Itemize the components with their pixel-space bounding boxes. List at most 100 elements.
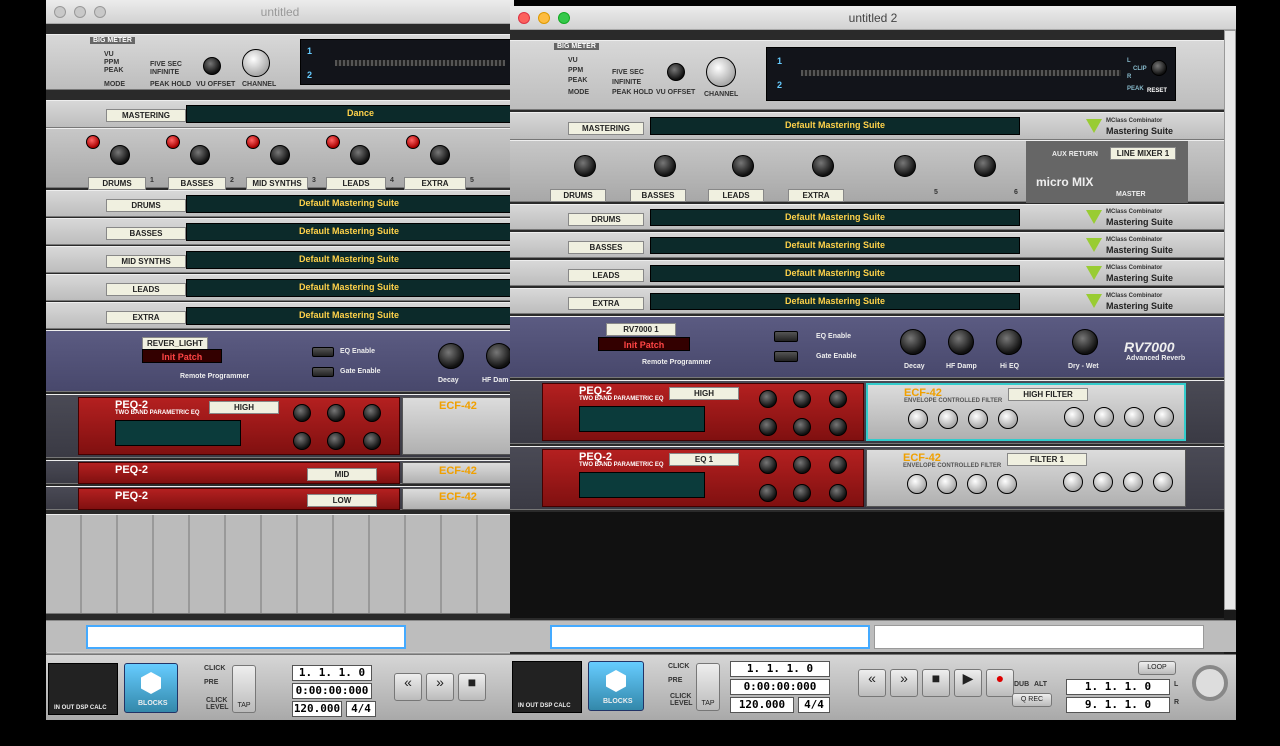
tempo-display[interactable]: 120.000 [730, 697, 794, 713]
alt-button[interactable]: ALT [1034, 681, 1047, 688]
attack-knob[interactable] [1064, 407, 1084, 427]
gain-b-knob[interactable] [829, 418, 847, 436]
right-locator[interactable]: 9. 1. 1. 0 [1066, 697, 1170, 713]
q-knob[interactable] [793, 456, 811, 474]
position-display[interactable]: 1. 1. 1. 0 [730, 661, 830, 677]
level-knob[interactable] [732, 155, 754, 177]
q-b-knob[interactable] [793, 484, 811, 502]
mode-peak[interactable]: PEAK [568, 77, 587, 84]
hieq-knob[interactable] [996, 329, 1022, 355]
aux-knob[interactable] [86, 135, 100, 149]
combi-patch[interactable]: Default Mastering Suite [650, 265, 1020, 282]
level-knob[interactable] [974, 155, 996, 177]
mode-ppm[interactable]: PPM [568, 67, 583, 74]
hfdamp-knob[interactable] [948, 329, 974, 355]
reverb-patch[interactable]: Init Patch [598, 337, 690, 351]
right-vertical-scrollbar[interactable] [1224, 30, 1236, 610]
mastering-patch[interactable]: Default Mastering Suite [650, 117, 1020, 135]
env-amt-knob[interactable] [967, 474, 987, 494]
freq-knob[interactable] [293, 404, 311, 422]
freq-knob[interactable] [759, 456, 777, 474]
vel-knob[interactable] [997, 474, 1017, 494]
level-knob[interactable] [654, 155, 676, 177]
decay-knob[interactable] [1093, 472, 1113, 492]
q-b-knob[interactable] [327, 432, 345, 450]
remote-programmer[interactable]: Remote Programmer [180, 373, 249, 380]
level-knob[interactable] [430, 145, 450, 165]
signature-display[interactable]: 4/4 [346, 701, 376, 717]
hfdamp-knob[interactable] [486, 343, 512, 369]
gain-knob[interactable] [829, 390, 847, 408]
stop-button[interactable]: ■ [922, 669, 950, 697]
remote-programmer[interactable]: Remote Programmer [642, 359, 711, 366]
infinite[interactable]: INFINITE [612, 79, 641, 86]
peak-hold[interactable]: PEAK HOLD [612, 89, 653, 96]
right-song-area[interactable] [874, 625, 1204, 649]
mode-peak[interactable]: PEAK [104, 67, 123, 74]
sustain-knob[interactable] [1124, 407, 1144, 427]
mode-vu[interactable]: VU [104, 51, 114, 58]
tap-button[interactable]: TAP [232, 665, 256, 713]
attack-knob[interactable] [1063, 472, 1083, 492]
level-knob[interactable] [190, 145, 210, 165]
gain-b-knob[interactable] [363, 432, 381, 450]
eq-enable-button[interactable] [774, 331, 798, 342]
q-b-knob[interactable] [793, 418, 811, 436]
release-knob[interactable] [1153, 472, 1173, 492]
gain-b-knob[interactable] [829, 484, 847, 502]
click-label[interactable]: CLICK [204, 665, 225, 672]
decay-knob[interactable] [900, 329, 926, 355]
combi-patch[interactable]: Default Mastering Suite [186, 279, 512, 297]
sustain-knob[interactable] [1123, 472, 1143, 492]
pre-label[interactable]: PRE [668, 677, 682, 684]
left-locator[interactable]: 1. 1. 1. 0 [1066, 679, 1170, 695]
release-knob[interactable] [1154, 407, 1174, 427]
tap-button[interactable]: TAP [696, 663, 720, 711]
level-knob[interactable] [574, 155, 596, 177]
click-label[interactable]: CLICK [668, 663, 689, 670]
level-knob[interactable] [894, 155, 916, 177]
time-display[interactable]: 0:00:00:000 [730, 679, 830, 695]
right-song-scroll[interactable] [550, 625, 870, 649]
res-knob[interactable] [938, 409, 958, 429]
vu-offset-knob[interactable] [667, 63, 685, 81]
tempo-display[interactable]: 120.000 [292, 701, 342, 717]
infinite[interactable]: INFINITE [150, 69, 179, 76]
vu-offset-knob[interactable] [203, 57, 221, 75]
reset-button[interactable] [1151, 60, 1167, 76]
gate-enable-button[interactable] [312, 367, 334, 377]
gain-knob[interactable] [363, 404, 381, 422]
level-knob[interactable] [270, 145, 290, 165]
qrec-button[interactable]: Q REC [1012, 693, 1052, 707]
level-knob[interactable] [350, 145, 370, 165]
aux-knob[interactable] [406, 135, 420, 149]
aux-knob[interactable] [246, 135, 260, 149]
decay-knob[interactable] [438, 343, 464, 369]
blocks-button[interactable]: BLOCKS [124, 663, 178, 713]
channel-knob[interactable] [706, 57, 736, 87]
pre-label[interactable]: PRE [204, 679, 218, 686]
freq-b-knob[interactable] [759, 484, 777, 502]
freq-b-knob[interactable] [759, 418, 777, 436]
play-button[interactable]: ▶ [954, 669, 982, 697]
loop-button[interactable]: LOOP [1138, 661, 1176, 675]
time-display[interactable]: 0:00:00:000 [292, 683, 372, 699]
combi-patch[interactable]: Default Mastering Suite [186, 307, 512, 325]
rewind-button[interactable]: « [394, 673, 422, 701]
q-knob[interactable] [327, 404, 345, 422]
dub-button[interactable]: DUB [1014, 681, 1029, 688]
mode-vu[interactable]: VU [568, 57, 578, 64]
reverb-patch[interactable]: Init Patch [142, 349, 222, 363]
q-knob[interactable] [793, 390, 811, 408]
blocks-button-right[interactable]: BLOCKS [588, 661, 644, 711]
five-sec[interactable]: FIVE SEC [150, 61, 182, 68]
peak-hold[interactable]: PEAK HOLD [150, 81, 191, 88]
stop-button[interactable]: ■ [458, 673, 486, 701]
vel-knob[interactable] [998, 409, 1018, 429]
mode-button[interactable]: MODE [104, 81, 125, 88]
forward-button[interactable]: » [426, 673, 454, 701]
freq-knob[interactable] [759, 390, 777, 408]
mastering-patch-display[interactable]: Dance [186, 105, 512, 123]
aux-knob[interactable] [166, 135, 180, 149]
combi-patch[interactable]: Default Mastering Suite [186, 195, 512, 213]
